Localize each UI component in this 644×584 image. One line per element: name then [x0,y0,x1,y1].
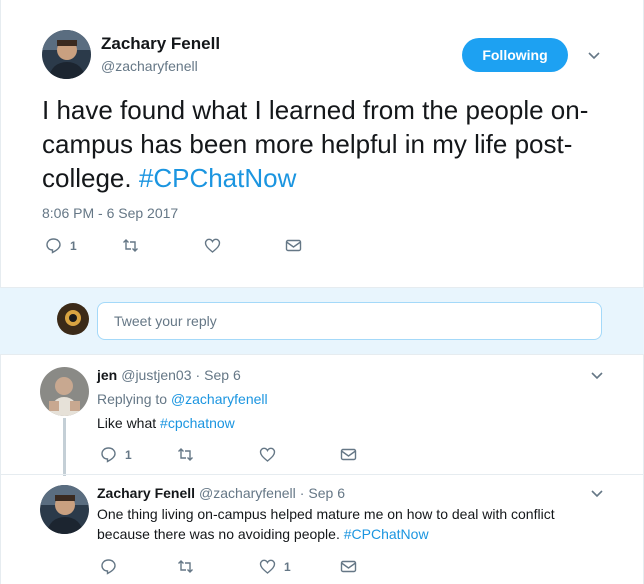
author-handle[interactable]: @zacharyfenell [101,58,198,74]
like-icon [204,238,221,253]
reply-count: 1 [70,238,77,253]
chevron-down-icon[interactable] [587,49,601,63]
reply-placeholder: Tweet your reply [114,313,217,329]
reply-header: Zachary Fenell @zacharyfenell · Sep 6 [97,485,345,501]
reply-text: One thing living on-campus helped mature… [97,504,577,544]
like-icon [259,559,276,574]
hashtag-link[interactable]: #CPChatNow [139,163,297,193]
reply-action[interactable]: 1 [100,446,132,463]
mention-link[interactable]: @zacharyfenell [171,391,268,407]
reply-icon [101,559,116,575]
dm-icon [340,448,357,461]
retweet-icon [178,560,193,573]
tweet-body: I have found what I learned from the peo… [42,95,589,193]
dm-icon [340,560,357,573]
reply-input[interactable]: Tweet your reply [97,302,602,340]
reply-count: 1 [125,447,132,462]
reply-compose-area: Tweet your reply [0,287,644,355]
separator-dot: · [299,485,305,501]
avatar [57,303,89,335]
main-tweet: Zachary Fenell @zacharyfenell Following … [0,0,644,287]
like-icon [259,447,276,462]
author-name[interactable]: Zachary Fenell [97,485,195,501]
like-action[interactable]: 1 [259,558,291,575]
hashtag-link[interactable]: #cpchatnow [160,415,235,431]
retweet-action[interactable] [177,558,194,575]
like-action[interactable] [204,237,221,254]
reply-date[interactable]: Sep 6 [308,485,345,501]
chevron-down-icon[interactable] [590,487,604,501]
author-name[interactable]: Zachary Fenell [101,34,220,54]
replying-label: Replying to [97,391,168,407]
chevron-down-icon[interactable] [590,369,604,383]
reply-tweet: Zachary Fenell @zacharyfenell · Sep 6 On… [0,475,644,584]
separator-dot: · [195,367,201,383]
reply-header: jen @justjen03 · Sep 6 [97,367,241,383]
like-action[interactable] [259,446,276,463]
timestamp[interactable]: 8:06 PM - 6 Sep 2017 [42,205,178,221]
reply-body: Like what [97,415,157,431]
tweet-text: I have found what I learned from the peo… [42,93,622,195]
dm-action[interactable] [285,237,302,254]
avatar[interactable] [40,485,89,534]
dm-action[interactable] [340,446,357,463]
like-count: 1 [284,559,291,574]
reply-body: One thing living on-campus helped mature… [97,506,555,542]
dm-action[interactable] [340,558,357,575]
reply-date[interactable]: Sep 6 [204,367,241,383]
reply-action[interactable]: 1 [45,237,77,254]
hashtag-link[interactable]: #CPChatNow [344,526,429,542]
retweet-icon [178,448,193,461]
reply-text: Like what #cpchatnow [97,413,577,433]
retweet-icon [123,239,138,252]
retweet-action[interactable] [122,237,139,254]
following-button[interactable]: Following [462,38,568,72]
avatar[interactable] [42,30,91,79]
thread-connector [63,418,66,476]
replying-to-line: Replying to @zacharyfenell [97,389,577,409]
reply-icon [46,238,61,254]
reply-action[interactable] [100,558,117,575]
reply-tweet: jen @justjen03 · Sep 6 Replying to @zach… [0,355,644,476]
author-name[interactable]: jen [97,367,117,383]
author-handle[interactable]: @justjen03 [121,367,191,383]
dm-icon [285,239,302,252]
avatar[interactable] [40,367,89,416]
author-handle[interactable]: @zacharyfenell [199,485,296,501]
retweet-action[interactable] [177,446,194,463]
reply-icon [101,447,116,463]
